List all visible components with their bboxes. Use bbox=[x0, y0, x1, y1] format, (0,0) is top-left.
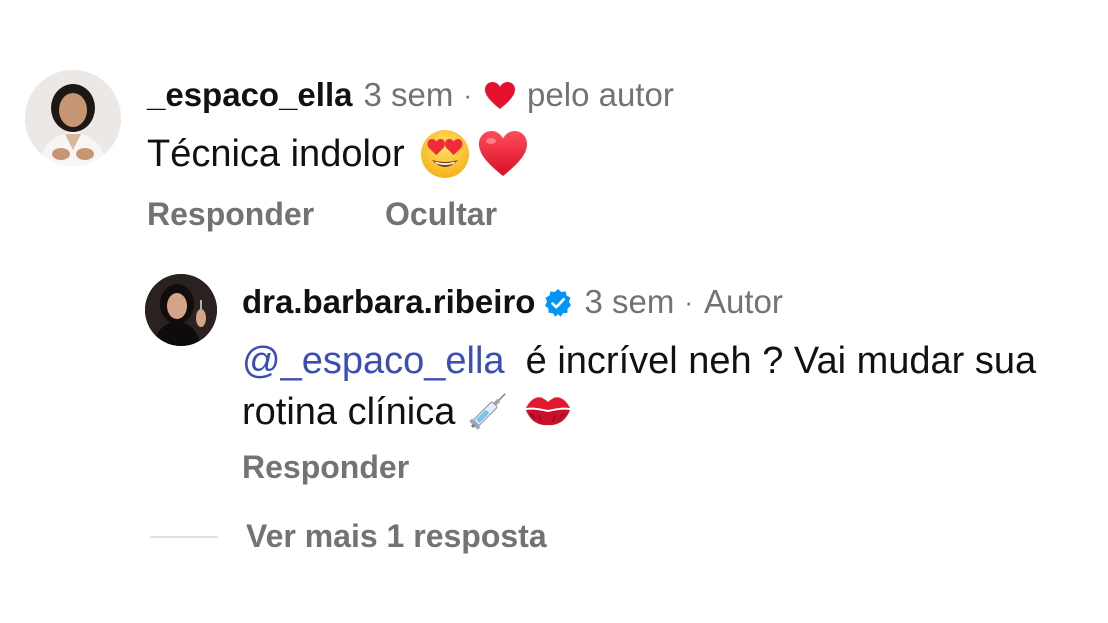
reply-username[interactable]: dra.barbara.ribeiro bbox=[242, 282, 535, 322]
reply-button[interactable]: Responder bbox=[147, 196, 314, 233]
reply-timestamp[interactable]: 3 sem bbox=[584, 282, 674, 322]
avatar[interactable] bbox=[145, 274, 217, 346]
comment-timestamp[interactable]: 3 sem bbox=[363, 75, 453, 115]
syringe-emoji-icon bbox=[465, 386, 513, 434]
comments-thread: _espaco_ella 3 sem · pelo autor Técnica … bbox=[0, 0, 1108, 623]
comment-body: Técnica indolor bbox=[147, 128, 529, 180]
meta-separator: · bbox=[463, 80, 473, 110]
view-more-replies-button[interactable]: Ver mais 1 resposta bbox=[150, 518, 547, 555]
reply-body: @_espaco_ella é incrível neh ? Vai mudar… bbox=[242, 336, 1072, 437]
heart-eyes-emoji-icon bbox=[419, 128, 471, 180]
reply-comment: dra.barbara.ribeiro 3 sem · Autor @_espa… bbox=[145, 274, 1085, 494]
kiss-mark-emoji-icon bbox=[523, 390, 573, 430]
heart-icon bbox=[484, 80, 516, 110]
thread-divider-line bbox=[150, 535, 218, 538]
avatar-photo-icon bbox=[145, 274, 217, 346]
comment-meta: _espaco_ella 3 sem · pelo autor bbox=[147, 75, 674, 115]
red-heart-emoji-icon bbox=[477, 129, 529, 179]
reply-meta: dra.barbara.ribeiro 3 sem · Autor bbox=[242, 282, 783, 322]
comment-username[interactable]: _espaco_ella bbox=[147, 75, 352, 115]
hide-button[interactable]: Ocultar bbox=[385, 196, 497, 233]
verified-badge-icon bbox=[543, 287, 573, 317]
author-badge: Autor bbox=[704, 283, 783, 320]
view-more-label[interactable]: Ver mais 1 resposta bbox=[246, 518, 547, 555]
comment-text: Técnica indolor bbox=[147, 133, 405, 175]
meta-separator: · bbox=[684, 287, 693, 317]
avatar-photo-icon bbox=[25, 70, 121, 166]
liked-by-author-label: pelo autor bbox=[527, 76, 674, 113]
avatar[interactable] bbox=[25, 70, 121, 166]
reply-button[interactable]: Responder bbox=[242, 449, 409, 486]
comment: _espaco_ella 3 sem · pelo autor Técnica … bbox=[25, 70, 1085, 250]
mention-link[interactable]: @_espaco_ella bbox=[242, 340, 505, 382]
